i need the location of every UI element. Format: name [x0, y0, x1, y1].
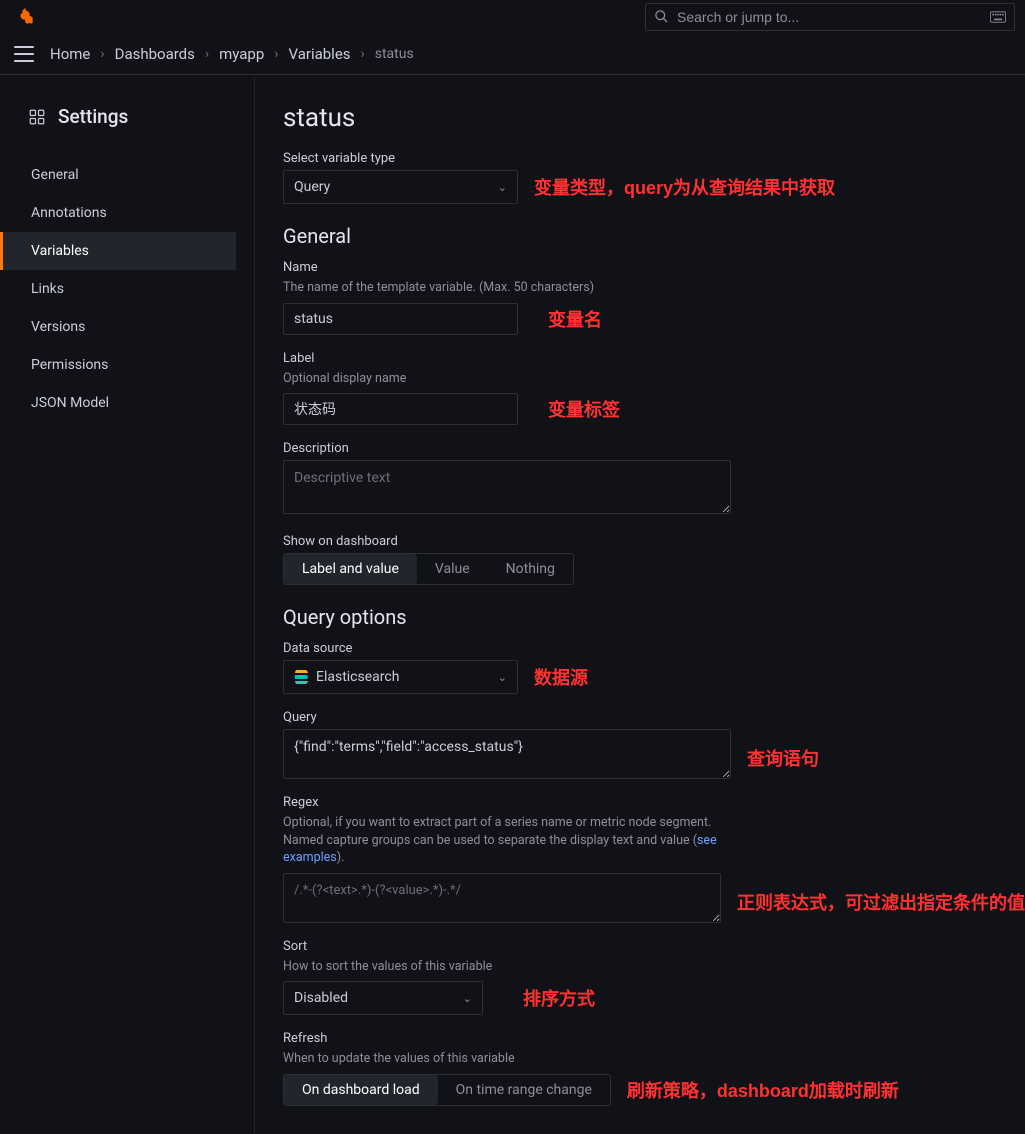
hint-refresh: When to update the values of this variab…	[283, 1050, 1025, 1068]
show-opt-value[interactable]: Value	[417, 554, 488, 584]
sidebar-item-links[interactable]: Links	[0, 270, 236, 308]
crumb-current: status	[375, 46, 414, 62]
data-source-value: Elasticsearch	[316, 669, 399, 685]
sidebar-item-versions[interactable]: Versions	[0, 308, 236, 346]
section-general: General	[283, 224, 1025, 248]
label-show-on-dashboard: Show on dashboard	[283, 534, 1025, 549]
grafana-logo[interactable]	[10, 2, 40, 32]
menu-toggle[interactable]	[12, 42, 36, 66]
query-textarea[interactable]	[283, 729, 731, 779]
breadcrumb: Home › Dashboards › myapp › Variables › …	[50, 45, 414, 63]
sort-select[interactable]: Disabled ⌄	[283, 981, 483, 1015]
sidebar-item-annotations[interactable]: Annotations	[0, 194, 236, 232]
chevron-right-icon: ›	[361, 46, 365, 62]
label-description: Description	[283, 441, 1025, 456]
label-variable-type: Select variable type	[283, 151, 1025, 166]
sort-value: Disabled	[294, 990, 348, 1006]
label-query: Query	[283, 710, 1025, 725]
sidebar-item-permissions[interactable]: Permissions	[0, 346, 236, 384]
chevron-down-icon: ⌄	[498, 181, 507, 194]
label-data-source: Data source	[283, 641, 1025, 656]
dashboard-grid-icon	[28, 108, 46, 126]
refresh-opt-timerange[interactable]: On time range change	[438, 1075, 610, 1105]
variable-type-select[interactable]: Query ⌄	[283, 170, 518, 204]
regex-textarea[interactable]	[283, 873, 721, 923]
annotation: 刷新策略，dashboard加载时刷新	[627, 1077, 899, 1103]
elasticsearch-icon	[294, 669, 310, 685]
show-opt-label-and-value[interactable]: Label and value	[284, 554, 417, 584]
label-refresh: Refresh	[283, 1031, 1025, 1046]
search-icon	[654, 9, 669, 24]
variable-type-value: Query	[294, 179, 330, 195]
name-input[interactable]	[283, 303, 518, 335]
section-query-options: Query options	[283, 605, 1025, 629]
crumb-variables[interactable]: Variables	[288, 45, 350, 63]
refresh-seg: On dashboard load On time range change	[283, 1074, 611, 1106]
chevron-right-icon: ›	[100, 46, 104, 62]
annotation: 正则表达式，可过滤出指定条件的值	[737, 889, 1025, 915]
search-bar[interactable]	[645, 3, 1015, 31]
page-title: status	[283, 103, 1025, 133]
hint-label: Optional display name	[283, 370, 1025, 388]
label-regex: Regex	[283, 795, 1025, 810]
chevron-down-icon: ⌄	[498, 671, 507, 684]
crumb-home[interactable]: Home	[50, 45, 90, 63]
hint-sort: How to sort the values of this variable	[283, 958, 1025, 976]
annotation: 变量类型，query为从查询结果中获取	[534, 174, 835, 200]
show-on-dashboard-seg: Label and value Value Nothing	[283, 553, 574, 585]
search-input[interactable]	[677, 9, 982, 25]
sidebar-item-general[interactable]: General	[0, 156, 236, 194]
annotation: 查询语句	[747, 745, 819, 771]
label-sort: Sort	[283, 939, 1025, 954]
annotation: 数据源	[534, 664, 588, 690]
label-name: Name	[283, 260, 1025, 275]
annotation: 变量标签	[548, 396, 620, 422]
description-textarea[interactable]	[283, 460, 731, 514]
sidebar-item-json-model[interactable]: JSON Model	[0, 384, 236, 422]
data-source-select[interactable]: Elasticsearch ⌄	[283, 660, 518, 694]
refresh-opt-onload[interactable]: On dashboard load	[284, 1075, 438, 1105]
keyboard-icon	[990, 11, 1006, 23]
label-label: Label	[283, 351, 1025, 366]
crumb-dashboards[interactable]: Dashboards	[115, 45, 195, 63]
crumb-app[interactable]: myapp	[219, 45, 264, 63]
annotation: 排序方式	[523, 985, 595, 1011]
hint-regex: Optional, if you want to extract part of…	[283, 814, 731, 867]
hint-name: The name of the template variable. (Max.…	[283, 279, 1025, 297]
chevron-right-icon: ›	[274, 46, 278, 62]
sidebar-title: Settings	[58, 105, 128, 128]
label-input[interactable]	[283, 393, 518, 425]
show-opt-nothing[interactable]: Nothing	[488, 554, 573, 584]
sidebar-item-variables[interactable]: Variables	[0, 232, 236, 270]
chevron-right-icon: ›	[205, 46, 209, 62]
chevron-down-icon: ⌄	[463, 992, 472, 1005]
annotation: 变量名	[548, 306, 602, 332]
